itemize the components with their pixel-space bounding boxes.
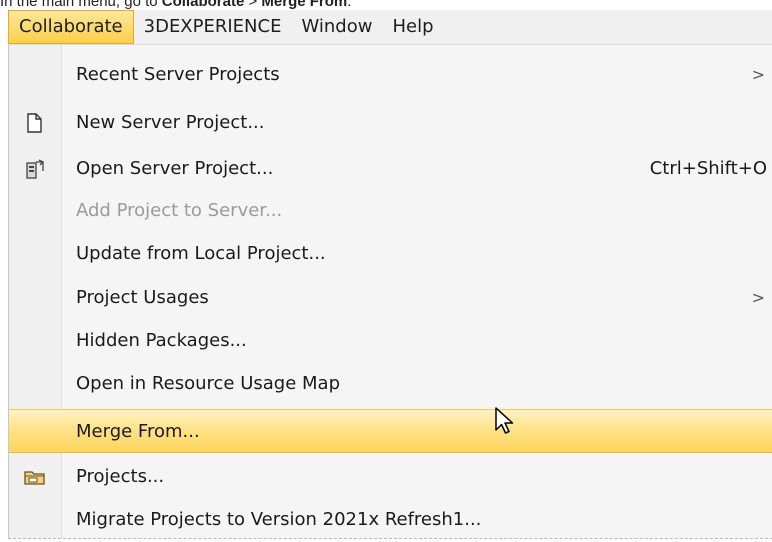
caption-suffix: .: [347, 0, 352, 10]
keyboard-shortcut: Ctrl+Shift+O: [649, 158, 767, 179]
menu-item-open-in-resource-usage-map[interactable]: Open in Resource Usage Map: [9, 362, 772, 406]
menu-item-update-from-local-project[interactable]: Update from Local Project...: [9, 232, 772, 276]
menu-item-project-usages[interactable]: Project Usages >: [9, 276, 772, 320]
menu-item-merge-from[interactable]: Merge From...: [9, 409, 772, 453]
open-server-project-icon: [23, 158, 47, 180]
menubar-window[interactable]: Window: [291, 10, 382, 44]
menu-item-label: Project Usages: [76, 287, 209, 308]
mouse-cursor-icon: [494, 406, 516, 436]
menu-item-migrate-projects[interactable]: Migrate Projects to Version 2021x Refres…: [9, 498, 772, 542]
menu-item-new-server-project[interactable]: New Server Project...: [9, 101, 772, 145]
menubar-collaborate[interactable]: Collaborate: [8, 10, 134, 44]
caption-prefix: In the main menu, go to: [0, 0, 162, 10]
submenu-arrow-icon: >: [751, 288, 765, 307]
menu-item-label: Migrate Projects to Version 2021x Refres…: [76, 509, 482, 530]
menu-item-label: Hidden Packages...: [76, 330, 247, 351]
menu-bar: Collaborate 3DEXPERIENCE Window Help: [8, 10, 772, 45]
instruction-caption: In the main menu, go to Collaborate > Me…: [0, 0, 351, 10]
folder-icon: [23, 466, 47, 488]
menu-item-label: Merge From...: [76, 421, 200, 442]
menu-item-label: Add Project to Server...: [76, 200, 283, 221]
menu-item-label: Open in Resource Usage Map: [76, 373, 340, 394]
menu-item-label: Open Server Project...: [76, 158, 274, 179]
submenu-arrow-icon: >: [751, 65, 765, 84]
menubar-help[interactable]: Help: [382, 10, 443, 44]
menu-item-open-server-project[interactable]: Open Server Project... Ctrl+Shift+O: [9, 147, 772, 191]
menu-item-add-project-to-server: Add Project to Server...: [9, 189, 772, 233]
new-document-icon: [23, 112, 47, 134]
menu-item-recent-server-projects[interactable]: Recent Server Projects >: [9, 53, 772, 97]
menu-item-hidden-packages[interactable]: Hidden Packages...: [9, 319, 772, 363]
caption-menu-name: Collaborate: [161, 0, 245, 10]
menu-item-label: Projects...: [76, 466, 165, 487]
menu-item-projects[interactable]: Projects...: [9, 455, 772, 499]
menu-item-label: New Server Project...: [76, 112, 265, 133]
caption-command-name: Merge From: [261, 0, 348, 10]
menu-item-label: Recent Server Projects: [76, 64, 280, 85]
menu-item-label: Update from Local Project...: [76, 243, 326, 264]
menubar-3dexperience[interactable]: 3DEXPERIENCE: [134, 10, 292, 44]
caption-separator: >: [244, 0, 262, 10]
collaborate-dropdown-menu: Recent Server Projects > New Server Proj…: [8, 45, 772, 539]
